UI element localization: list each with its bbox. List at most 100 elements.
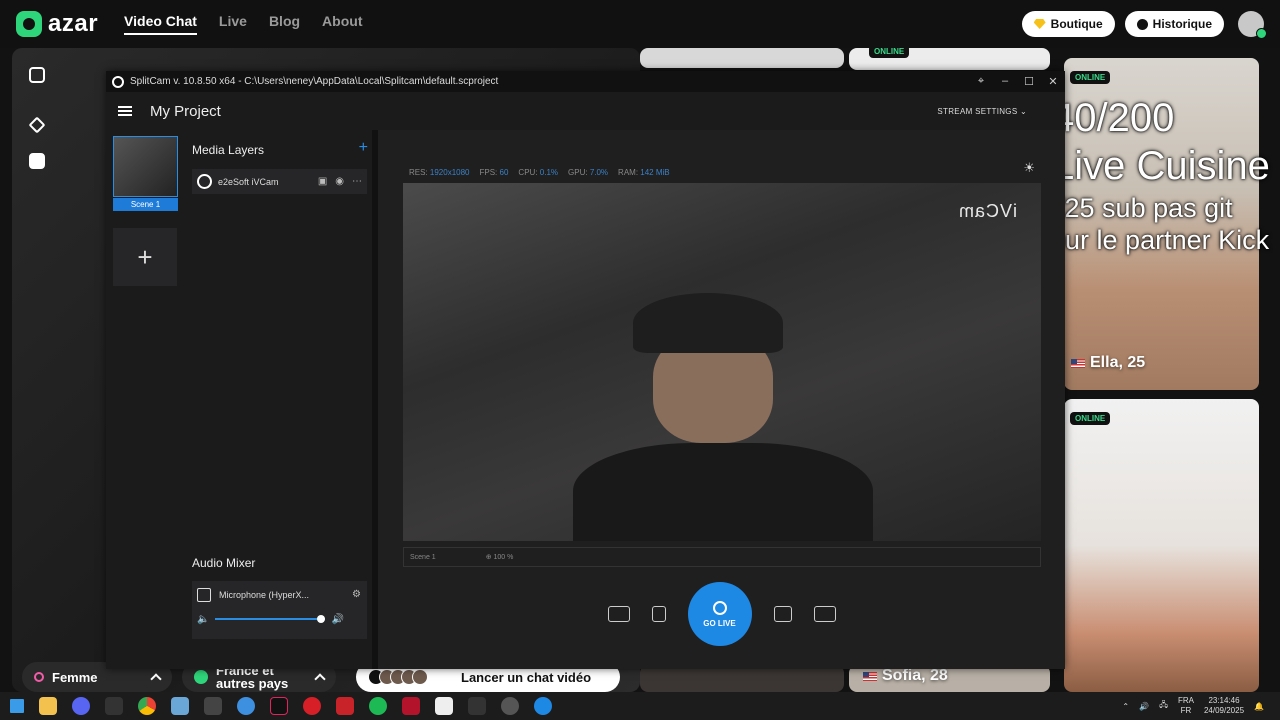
nav-blog[interactable]: Blog (269, 13, 300, 35)
layer-tools: ▣ ◉ ⋯ (318, 176, 367, 187)
mute-icon[interactable]: 🔈 (197, 614, 209, 625)
clock-time: 23:14:46 (1208, 696, 1240, 705)
camera-source-icon (197, 174, 212, 189)
epic-games-icon[interactable] (105, 697, 123, 715)
boutique-button[interactable]: Boutique (1021, 11, 1115, 37)
pause-icon[interactable] (651, 606, 666, 622)
windows-taskbar: ⌃ 🔊 🖧 FRA FR 23:14:46 24/09/2025 🔔 (0, 692, 1280, 720)
clock-date: 24/09/2025 (1203, 706, 1245, 715)
profile-card-top-left[interactable] (640, 48, 844, 68)
volume-slider[interactable] (215, 615, 326, 623)
globe-icon (194, 670, 208, 684)
steam-icon[interactable] (501, 697, 519, 715)
avatar-stack (368, 669, 428, 685)
language-indicator[interactable]: FRA FR (1178, 696, 1194, 716)
profile-name: Sofia, 28 (863, 667, 948, 685)
microphone-icon (197, 587, 211, 602)
more-icon[interactable]: ⋯ (352, 176, 362, 187)
broadcast-icon (712, 600, 727, 615)
network-icon[interactable]: 🖧 (1159, 699, 1168, 713)
speaker-tray-icon[interactable]: 🔊 (1139, 702, 1149, 711)
female-icon (34, 672, 44, 682)
close-icon[interactable]: ✕ (1041, 75, 1065, 88)
mic-settings-icon[interactable]: ⚙ (352, 589, 367, 600)
add-scene-button[interactable]: + (113, 228, 177, 286)
historique-button[interactable]: Historique (1124, 11, 1224, 37)
expand-icon[interactable] (29, 67, 45, 83)
emoji-icon[interactable] (29, 153, 45, 169)
profile-card-top-right[interactable]: ONLINE (849, 48, 1050, 70)
audio-mixer: Microphone (HyperX... ⚙ 🔈 🔊 (192, 581, 367, 639)
online-badge: ONLINE (1070, 71, 1111, 84)
epic-launcher-icon[interactable] (468, 697, 486, 715)
nav-video-chat[interactable]: Video Chat (124, 13, 197, 35)
chrome-icon[interactable] (138, 697, 156, 715)
stream-settings-button[interactable]: STREAM SETTINGS ⌄ (937, 107, 1027, 116)
scene-thumbnail[interactable] (113, 136, 178, 197)
scene-label[interactable]: Scene 1 (113, 198, 178, 211)
snapshot-camera-icon[interactable] (773, 606, 792, 622)
pin-icon[interactable]: ⌖ (969, 75, 993, 88)
terminal-icon[interactable] (204, 697, 222, 715)
profile-name-text: Sofia, 28 (882, 667, 948, 684)
lock-icon[interactable]: ▣ (318, 176, 327, 187)
gender-filter-label: Femme (52, 669, 98, 685)
fps-value: 60 (499, 168, 509, 177)
profile-card-smiling[interactable]: ONLINE (1064, 399, 1259, 692)
tray-chevron-icon[interactable]: ⌃ (1122, 702, 1129, 711)
splitcam-taskbar-icon[interactable] (534, 697, 552, 715)
azar-logo-icon (16, 11, 42, 37)
splitcam-title: SplitCam v. 10.8.50 x64 - C:\Users\neney… (130, 76, 499, 87)
preview-area: ☀ RES: 1920x1080 FPS: 60 CPU: 0.1% GPU: … (378, 130, 1065, 669)
spotify-icon[interactable] (369, 697, 387, 715)
file-explorer-icon[interactable] (39, 697, 57, 715)
camera-preview[interactable]: iVCam (403, 183, 1041, 541)
notification-icon[interactable]: 🔔 (1254, 702, 1264, 711)
scene-bar-name: Scene 1 (410, 553, 436, 561)
profile-card-sofia[interactable]: Sofia, 28 (849, 665, 1050, 692)
app-icon[interactable] (237, 697, 255, 715)
azar-nav: Video Chat Live Blog About (124, 13, 362, 35)
splitcam-app-icon (112, 75, 124, 88)
window-controls: ⌖ – ☐ ✕ (969, 75, 1065, 88)
layer-row[interactable]: e2eSoft iVCam ▣ ◉ ⋯ (192, 169, 367, 194)
discord-icon[interactable] (72, 697, 90, 715)
profile-card-bottom-left[interactable] (640, 665, 844, 692)
opera-icon[interactable] (303, 697, 321, 715)
historique-label: Historique (1152, 17, 1212, 31)
minimize-icon[interactable]: – (993, 75, 1017, 88)
add-layer-button[interactable]: + (359, 139, 368, 157)
media-layers-panel: Media Layers + e2eSoft iVCam ▣ ◉ ⋯ Audio… (184, 130, 374, 669)
notepad-icon[interactable] (435, 697, 453, 715)
audio-toggle-icon[interactable] (607, 606, 630, 622)
windows-start-icon[interactable] (10, 699, 24, 713)
gem-icon (1033, 19, 1046, 29)
mic-row: Microphone (HyperX... ⚙ (192, 581, 367, 608)
vb-audio-icon[interactable] (402, 697, 420, 715)
volume-slider-thumb[interactable] (317, 615, 326, 623)
gpu-value: 7.0% (589, 168, 609, 177)
nav-live[interactable]: Live (219, 13, 247, 35)
go-live-button[interactable]: GO LIVE (687, 582, 752, 646)
eye-icon[interactable]: ◉ (335, 176, 344, 187)
maximize-icon[interactable]: ☐ (1017, 75, 1041, 88)
azar-header: azar Video Chat Live Blog About Boutique… (0, 0, 1280, 48)
gpu-label: GPU: (568, 168, 588, 177)
stream-app-icon[interactable] (336, 697, 354, 715)
splitcam-titlebar[interactable]: SplitCam v. 10.8.50 x64 - C:\Users\neney… (106, 71, 1065, 92)
nav-about[interactable]: About (322, 13, 362, 35)
zoom-level[interactable]: ⊕ 100 % (486, 553, 514, 561)
azar-logo[interactable]: azar (16, 10, 98, 38)
record-icon[interactable] (813, 606, 836, 622)
menu-icon[interactable] (118, 106, 132, 116)
tiktok-icon[interactable] (270, 697, 288, 715)
fps-label: FPS: (479, 168, 498, 177)
clock[interactable]: 23:14:46 24/09/2025 (1204, 696, 1244, 716)
speaker-icon[interactable]: 🔊 (331, 614, 343, 625)
boutique-label: Boutique (1050, 17, 1103, 31)
user-avatar[interactable] (1238, 11, 1267, 39)
ram-value: 142 MiB (640, 168, 670, 177)
scenes-panel: Scene 1 + (106, 130, 184, 669)
photos-icon[interactable] (171, 697, 189, 715)
brightness-icon[interactable]: ☀ (1023, 160, 1035, 176)
